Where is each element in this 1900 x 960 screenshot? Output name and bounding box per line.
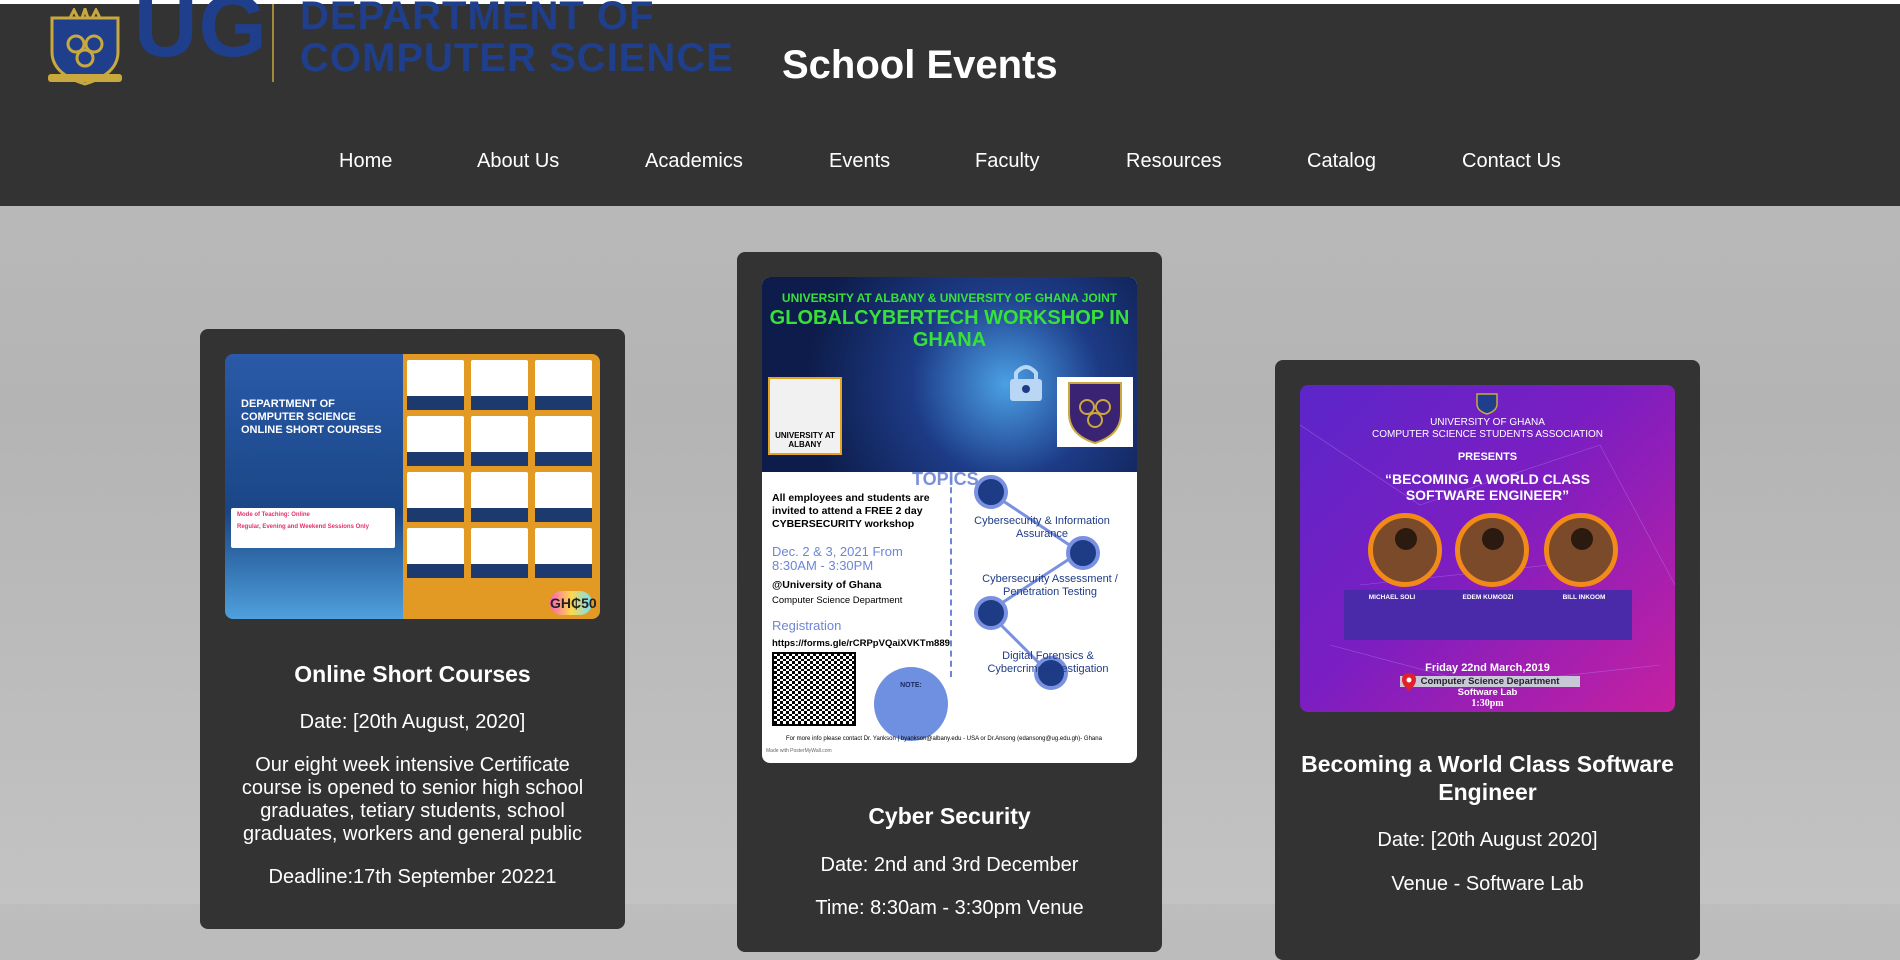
- course-cell: [535, 472, 592, 522]
- event-card-world-class-software-engineer[interactable]: UNIVERSITY OF GHANA COMPUTER SCIENCE STU…: [1275, 360, 1700, 960]
- poster-topic-2: Cybersecurity Assessment / Penetration T…: [982, 573, 1118, 598]
- course-cell: [407, 528, 464, 578]
- poster-heading: DEPARTMENT OF COMPUTER SCIENCE ONLINE SH…: [241, 398, 382, 436]
- course-cell: [407, 472, 464, 522]
- poster-topics-label: TOPICS: [912, 469, 979, 489]
- event-card-online-short-courses[interactable]: DEPARTMENT OF COMPUTER SCIENCE ONLINE SH…: [200, 329, 625, 929]
- poster-price-badge: GH₵50: [550, 591, 597, 615]
- event-poster-software-engineer[interactable]: UNIVERSITY OF GHANA COMPUTER SCIENCE STU…: [1300, 385, 1675, 712]
- poster-mode: Mode of Teaching: Online: [237, 512, 310, 518]
- page-title: School Events: [782, 42, 1058, 87]
- event-description: Our eight week intensive Certificate cou…: [241, 754, 584, 845]
- poster-note-badge: NOTE:: [874, 667, 948, 741]
- event-title: Online Short Courses: [294, 661, 531, 687]
- event-date: Date: [20th August 2020]: [1377, 829, 1598, 851]
- poster-location-sub: Computer Science Department: [772, 595, 903, 606]
- poster-topic-3: Digital Forensics & Cybercrime Investiga…: [987, 650, 1109, 675]
- speaker-photo-3: [1544, 513, 1618, 587]
- poster-topic-1: Cybersecurity & Information Assurance: [974, 515, 1110, 540]
- course-cell: [471, 360, 528, 410]
- event-date: Date: 2nd and 3rd December: [820, 854, 1079, 876]
- course-cell: [535, 416, 592, 466]
- event-card-cyber-security[interactable]: UNIVERSITY AT ALBANY & UNIVERSITY OF GHA…: [737, 252, 1162, 952]
- university-crest-icon: [48, 8, 122, 86]
- qr-code-icon: [772, 652, 856, 726]
- nav-events[interactable]: Events: [829, 150, 890, 173]
- nav-about-us[interactable]: About Us: [477, 150, 559, 173]
- event-poster-cyber-security[interactable]: UNIVERSITY AT ALBANY & UNIVERSITY OF GHA…: [762, 277, 1137, 763]
- nav-contact-us[interactable]: Contact Us: [1462, 150, 1561, 173]
- poster-sessions: Regular, Evening and Weekend Sessions On…: [237, 524, 369, 530]
- ug-crest-icon: [1476, 393, 1498, 415]
- poster-event-date: Friday 22nd March,2019: [1425, 662, 1550, 674]
- course-cell: [471, 472, 528, 522]
- event-poster-short-courses[interactable]: DEPARTMENT OF COMPUTER SCIENCE ONLINE SH…: [225, 354, 600, 619]
- poster-time: 1:30pm: [1471, 698, 1504, 709]
- event-venue: Venue - Software Lab: [1391, 873, 1584, 895]
- site-header: UG DEPARTMENT OF COMPUTER SCIENCE School…: [0, 0, 1900, 206]
- speaker-name-2: EDEM KUMODZI: [1462, 594, 1514, 601]
- poster-dates: Dec. 2 & 3, 2021 From 8:30AM - 3:30PM: [772, 544, 903, 573]
- logo-divider: [272, 4, 274, 82]
- nav-academics[interactable]: Academics: [645, 150, 743, 173]
- event-title: Becoming a World Class Software Engineer: [1301, 751, 1674, 805]
- topic-node-icon: [974, 475, 1008, 509]
- poster-registration-link: https://forms.gle/rCRPpVQaiXVKTm889: [772, 638, 950, 649]
- poster-left-panel: [225, 354, 403, 619]
- course-cell: [471, 416, 528, 466]
- department-name-line1: DEPARTMENT OF: [300, 0, 655, 38]
- topic-node-icon: [974, 596, 1008, 630]
- nav-home[interactable]: Home: [339, 150, 392, 173]
- poster-divider: [950, 477, 952, 677]
- poster-heading: UNIVERSITY AT ALBANY & UNIVERSITY OF GHA…: [769, 291, 1130, 351]
- poster-headline: “BECOMING A WORLD CLASS SOFTWARE ENGINEE…: [1384, 471, 1591, 503]
- poster-footer: For more info please contact Dr. Yankson…: [786, 736, 1102, 742]
- speaker-name-1: MICHAEL SOLI: [1368, 594, 1416, 601]
- poster-invite-text: All employees and students are invited t…: [772, 492, 930, 530]
- poster-venue-2: Software Lab: [1457, 687, 1518, 698]
- ug-wordmark: UG: [134, 0, 268, 75]
- topic-node-icon: [1066, 536, 1100, 570]
- event-title: Cyber Security: [868, 803, 1031, 829]
- poster-venue-1: Computer Science Department: [1400, 676, 1580, 687]
- course-cell: [535, 528, 592, 578]
- padlock-icon: [1010, 365, 1042, 401]
- speaker-photo-2: [1455, 513, 1529, 587]
- nav-resources[interactable]: Resources: [1126, 150, 1222, 173]
- course-cell: [407, 416, 464, 466]
- poster-presents: PRESENTS: [1457, 451, 1518, 463]
- department-name-line2: COMPUTER SCIENCE: [300, 36, 734, 80]
- course-cell: [535, 360, 592, 410]
- albany-logo: UNIVERSITY AT ALBANY: [768, 377, 842, 455]
- speaker-name-3: BILL INKOOM: [1562, 594, 1606, 601]
- poster-location: @University of Ghana: [772, 579, 882, 591]
- poster-org-1: UNIVERSITY OF GHANA: [1430, 417, 1545, 428]
- department-logo[interactable]: UG DEPARTMENT OF COMPUTER SCIENCE: [44, 0, 734, 94]
- speaker-photo-1: [1368, 513, 1442, 587]
- event-time-venue: Time: 8:30am - 3:30pm Venue: [815, 897, 1084, 919]
- poster-credit: Made with PosterMyWall.com: [766, 748, 832, 754]
- nav-catalog[interactable]: Catalog: [1307, 150, 1376, 173]
- ug-crest-icon: [1057, 377, 1133, 447]
- main-nav: Home About Us Academics Events Faculty R…: [0, 150, 1900, 180]
- poster-mode-box: Mode of Teaching: Online Regular, Evenin…: [231, 508, 395, 548]
- event-date: Date: [20th August, 2020]: [299, 711, 526, 733]
- poster-course-grid: GH₵50: [403, 354, 600, 619]
- poster-org-2: COMPUTER SCIENCE STUDENTS ASSOCIATION: [1372, 429, 1603, 440]
- event-deadline: Deadline:17th September 20221: [268, 866, 557, 888]
- course-cell: [471, 528, 528, 578]
- poster-registration-label: Registration: [772, 618, 842, 633]
- course-cell: [407, 360, 464, 410]
- nav-faculty[interactable]: Faculty: [975, 150, 1039, 173]
